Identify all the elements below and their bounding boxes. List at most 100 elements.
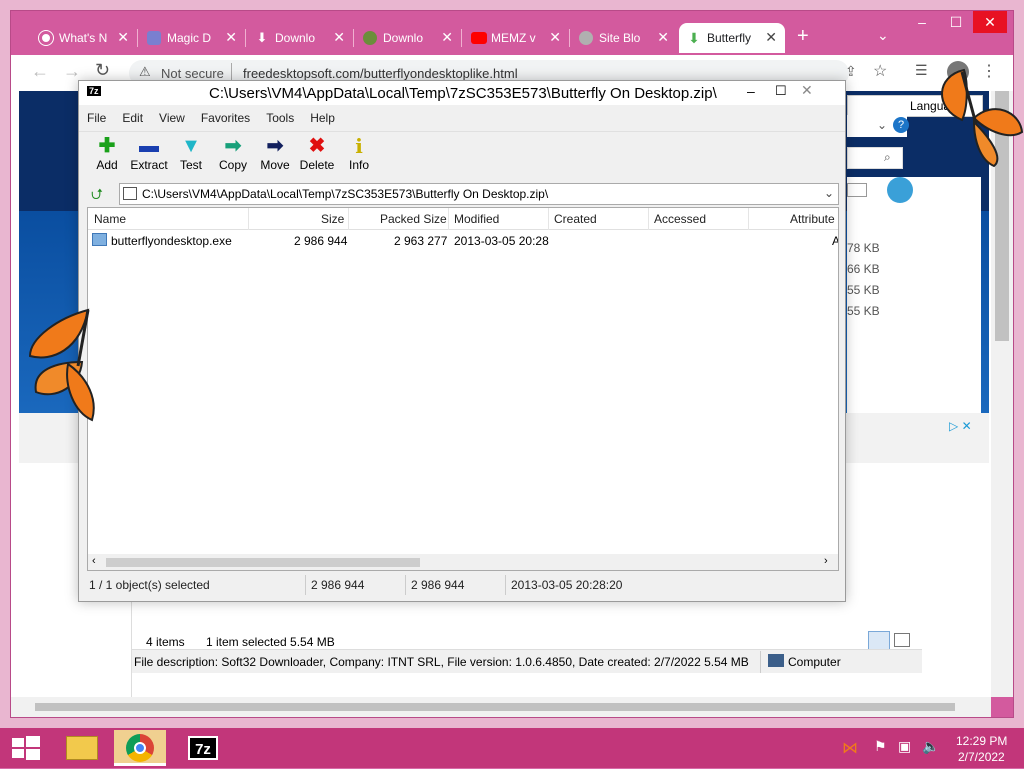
tab-magic[interactable]: Magic D ✕: [139, 23, 245, 53]
file-attribute: A: [832, 234, 838, 248]
column-attribute[interactable]: Attribute: [790, 212, 835, 226]
details-bar: File description: Soft32 Downloader, Com…: [132, 649, 922, 673]
scroll-right-icon[interactable]: ›: [824, 555, 828, 567]
maximize-button[interactable]: ☐: [939, 11, 973, 33]
share-icon[interactable]: ⇪: [845, 63, 857, 80]
help-icon[interactable]: ?: [893, 117, 909, 133]
column-size[interactable]: Size: [321, 212, 344, 226]
close-icon[interactable]: ✕: [765, 29, 777, 46]
chevron-down-icon[interactable]: ⌄: [824, 186, 834, 200]
close-icon[interactable]: ✕: [441, 29, 453, 46]
maximize-button[interactable]: ☐: [775, 83, 787, 99]
tab-download-2[interactable]: Downlo ✕: [355, 23, 461, 53]
info-button[interactable]: i Info: [337, 134, 381, 172]
warning-icon: ⚠: [139, 64, 151, 79]
7zip-taskbar-button[interactable]: 7z: [176, 730, 228, 766]
column-packed-size[interactable]: Packed Size: [380, 212, 447, 226]
menu-favorites[interactable]: Favorites: [201, 107, 250, 129]
new-tab-button[interactable]: +: [797, 25, 809, 48]
tab-site-blocker[interactable]: Site Blo ✕: [571, 23, 677, 53]
page-scrollbar-horizontal[interactable]: [11, 697, 991, 717]
chrome-taskbar-button[interactable]: [114, 730, 166, 766]
forward-icon[interactable]: →: [63, 61, 81, 82]
minimize-button[interactable]: –: [905, 11, 939, 33]
thumbnails-view-icon[interactable]: [894, 633, 910, 647]
menu-help[interactable]: Help: [310, 107, 335, 129]
close-icon[interactable]: ✕: [657, 29, 669, 46]
chevron-down-icon[interactable]: ⌄: [877, 27, 889, 44]
file-list: Name Size Packed Size Modified Created A…: [87, 207, 839, 571]
tab-download-1[interactable]: ⬇ Downlo ✕: [247, 23, 353, 53]
clock-date[interactable]: 2/7/2022: [958, 750, 1005, 764]
close-icon[interactable]: ✕: [225, 29, 237, 46]
scroll-thumb[interactable]: [106, 558, 420, 567]
page-scrollbar-vertical[interactable]: [991, 91, 1013, 697]
reload-icon[interactable]: ↻: [95, 60, 110, 81]
tab-memz[interactable]: MEMZ v ✕: [463, 23, 569, 53]
page-dropdown[interactable]: ⌄ ?: [847, 115, 909, 137]
column-name[interactable]: Name: [94, 212, 126, 226]
file-name: butterflyondesktop.exe: [111, 234, 232, 248]
menu-tools[interactable]: Tools: [266, 107, 294, 129]
status-size: 2 986 944: [311, 578, 365, 592]
back-icon[interactable]: ←: [31, 61, 49, 82]
scroll-left-icon[interactable]: ‹: [92, 555, 96, 567]
youtube-icon: [471, 32, 487, 44]
add-button[interactable]: ✚ Add: [85, 134, 129, 172]
column-accessed[interactable]: Accessed: [654, 212, 706, 226]
close-icon[interactable]: ✕: [333, 29, 345, 46]
move-button[interactable]: ➡ Move: [253, 134, 297, 172]
butterfly-tray-icon[interactable]: ⋈: [842, 738, 858, 758]
flag-icon[interactable]: ⚑: [874, 738, 887, 755]
column-modified[interactable]: Modified: [454, 212, 499, 226]
add-icon: ✚: [98, 135, 116, 157]
menu-view[interactable]: View: [159, 107, 185, 129]
folder-icon: [66, 736, 98, 760]
extract-button[interactable]: ▬ Extract: [127, 134, 171, 172]
divider: [248, 208, 249, 230]
globe-icon: [579, 31, 593, 45]
taskbar: 7z ⋈ ⚑ ▣ 🔈 12:29 PM 2/7/2022: [0, 728, 1024, 768]
table-row[interactable]: butterflyondesktop.exe 2 986 944 2 963 2…: [88, 230, 838, 250]
volume-icon[interactable]: 🔈: [922, 738, 939, 755]
reading-list-icon[interactable]: ☰: [915, 62, 928, 79]
butterfly-icon: [28, 308, 95, 422]
delete-button[interactable]: ✖ Delete: [295, 134, 339, 172]
star-icon[interactable]: ☆: [873, 61, 887, 81]
title-bar[interactable]: 7z C:\Users\VM4\AppData\Local\Temp\7zSC3…: [79, 81, 845, 105]
close-icon[interactable]: ✕: [549, 29, 561, 46]
close-button[interactable]: ✕: [973, 11, 1007, 33]
minimize-button[interactable]: –: [747, 83, 755, 99]
download-green-icon: ⬇: [688, 30, 700, 46]
tab-divider: [353, 29, 354, 47]
menu-file[interactable]: File: [87, 107, 106, 129]
shell-icon: [887, 177, 913, 203]
windows-icon: [12, 736, 40, 760]
path-input[interactable]: C:\Users\VM4\AppData\Local\Temp\7zSC353E…: [119, 183, 839, 205]
file-explorer-button[interactable]: [56, 730, 108, 766]
search-input[interactable]: ⌕: [847, 147, 903, 169]
network-icon[interactable]: ▣: [898, 738, 911, 755]
clock-time[interactable]: 12:29 PM: [956, 734, 1007, 748]
info-icon: i: [355, 134, 363, 158]
tab-whats-new[interactable]: What's N ✕: [31, 23, 137, 53]
ad-choices[interactable]: ▷ ✕: [949, 419, 972, 433]
window-icon: [847, 183, 867, 197]
menu-edit[interactable]: Edit: [122, 107, 143, 129]
path-text: C:\Users\VM4\AppData\Local\Temp\7zSC353E…: [142, 187, 549, 201]
copy-button[interactable]: ➡ Copy: [211, 134, 255, 172]
details-view-icon[interactable]: [868, 631, 890, 651]
up-folder-icon[interactable]: ⮍: [91, 184, 103, 209]
scroll-thumb[interactable]: [35, 703, 955, 711]
tab-butterfly[interactable]: ⬇ Butterfly ✕: [679, 23, 785, 53]
file-size: 2 986 944: [294, 234, 348, 248]
close-icon[interactable]: ✕: [117, 29, 129, 46]
file-modified: 2013-03-05 20:28: [454, 234, 549, 248]
tab-strip: What's N ✕ Magic D ✕ ⬇ Downlo ✕ Downlo ✕…: [11, 11, 1013, 55]
test-button[interactable]: ▼ Test: [169, 134, 213, 172]
close-button[interactable]: ✕: [801, 82, 813, 99]
column-created[interactable]: Created: [554, 212, 597, 226]
start-button[interactable]: [0, 730, 52, 766]
list-scrollbar[interactable]: ‹ ›: [88, 554, 838, 570]
archive-icon: [123, 187, 137, 200]
